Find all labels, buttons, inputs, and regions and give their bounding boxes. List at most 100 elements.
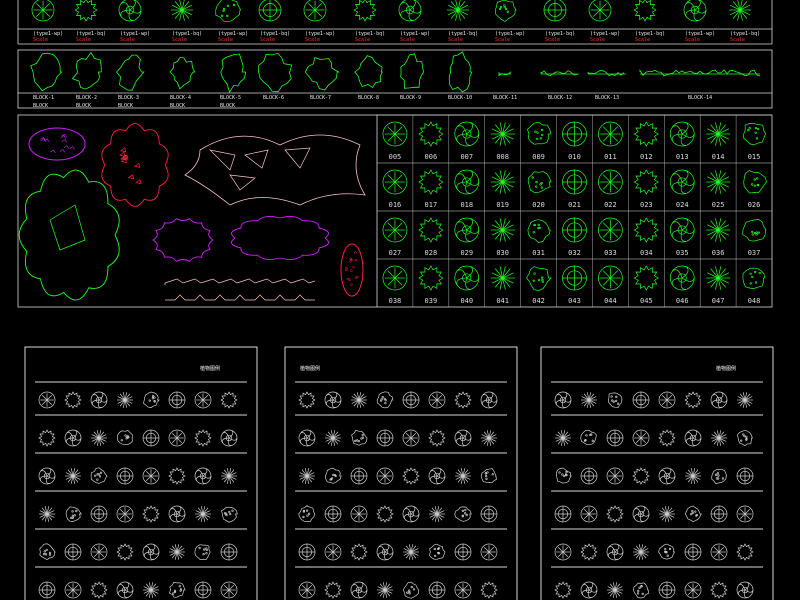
plant-symbol-icon: [454, 121, 480, 147]
plant-symbol-icon: [562, 265, 587, 291]
top-symbol-sublabel: Scale: [120, 37, 136, 43]
legend-sheet[interactable]: [540, 346, 774, 600]
block-label: BLOCK-14: [688, 95, 713, 101]
block-shape: [354, 55, 383, 88]
plant-symbol-icon: [633, 121, 660, 147]
plant-symbol-icon: [376, 467, 394, 485]
plant-symbol-icon: [325, 430, 341, 446]
plant-symbol-icon: [220, 391, 238, 409]
red-dot: [354, 258, 358, 262]
top-symbol-sublabel: Scale: [400, 37, 416, 43]
plant-symbol-icon: [706, 170, 731, 194]
grid-number: 030: [496, 249, 509, 257]
cloud-outline: [18, 169, 120, 301]
plant-symbol-icon: [554, 505, 572, 523]
block-shape: [116, 54, 145, 91]
plant-symbol-icon: [90, 505, 108, 523]
cloud-mark: [127, 174, 135, 180]
plant-symbol-icon: [562, 169, 587, 195]
plant-symbol-icon: [116, 581, 134, 599]
pink-inner: [284, 147, 311, 169]
plant-symbol-icon: [658, 581, 676, 599]
grid-number: 037: [747, 249, 761, 257]
ellipse-hatch: [63, 145, 70, 149]
legend-sheets: [24, 346, 774, 600]
red-dot: [354, 251, 357, 254]
top-symbol-sublabel: Scale: [545, 37, 561, 43]
block-shape: [304, 57, 340, 91]
plant-symbol-icon: [606, 543, 624, 561]
grid-number: 016: [388, 201, 402, 209]
pink-outline: [184, 134, 366, 206]
plant-symbol-icon: [116, 505, 134, 523]
plant-symbol-icon: [429, 543, 446, 560]
plant-symbol-icon: [168, 581, 186, 598]
grid-number: 021: [568, 201, 581, 209]
plant-symbol-icon: [737, 392, 753, 408]
plant-symbol-icon: [428, 391, 446, 409]
top-symbol-sublabel: Scale: [355, 37, 371, 43]
plant-symbol-icon: [382, 265, 408, 291]
plant-symbol-icon: [581, 392, 597, 408]
block-label: BLOCK-6: [263, 95, 285, 101]
sheet-title: 植物图例: [200, 366, 221, 372]
plant-symbol-icon: [168, 505, 186, 523]
plant-symbol-icon: [598, 169, 623, 195]
grid-number: 044: [604, 297, 617, 305]
cloud-outline: [231, 216, 329, 260]
plant-symbol-icon: [684, 505, 703, 522]
block-shape: [169, 57, 196, 90]
plant-symbol-icon: [168, 467, 186, 485]
plant-symbol-icon: [669, 121, 695, 147]
block-shape: [220, 53, 247, 94]
grid-number: 027: [388, 249, 402, 257]
top-symbol-sublabel: Scale: [172, 37, 188, 43]
block-label: BLOCK-4: [170, 95, 192, 101]
plant-symbol-icon: [428, 581, 446, 599]
cloud-outline: [152, 218, 214, 262]
plant-symbol-icon: [743, 123, 767, 146]
plant-symbol-icon: [562, 121, 587, 147]
block-label: BLOCK-12: [548, 95, 573, 101]
block-shapes: [30, 51, 761, 94]
plant-symbol-icon: [480, 581, 498, 599]
plant-symbol-icon: [376, 391, 394, 409]
plant-symbol-icon: [480, 543, 498, 561]
ellipse-hatch: [50, 149, 56, 154]
grid-number: 011: [604, 153, 617, 161]
plant-symbol-icon: [350, 581, 368, 599]
grid-number: 035: [675, 249, 689, 257]
plant-symbol-icon: [258, 0, 282, 22]
plant-symbol-icon: [555, 467, 572, 484]
plant-symbol-icon: [454, 429, 472, 447]
plant-symbol-icon: [543, 0, 567, 22]
plant-symbol-icon: [729, 0, 751, 21]
plant-symbol-icon: [142, 391, 160, 408]
plant-symbol-icon: [428, 429, 446, 447]
plant-symbol-icon: [490, 122, 515, 146]
plant-symbol-icon: [706, 266, 731, 290]
plant-symbol-icon: [31, 0, 55, 22]
grid-number: 045: [639, 297, 653, 305]
plant-symbol-icon: [38, 467, 56, 485]
plant-symbol-icon: [402, 467, 420, 485]
plant-symbol-icon: [90, 581, 108, 599]
plant-symbol-icon: [194, 544, 211, 560]
legend-sheet[interactable]: [284, 346, 518, 600]
plant-symbol-icon: [742, 267, 765, 289]
top-symbol-sublabel: Scale: [76, 37, 92, 43]
plant-symbol-icon: [324, 543, 342, 561]
plant-symbol-icon: [350, 505, 368, 523]
plant-symbol-icon: [303, 0, 327, 22]
plant-symbol-icon: [554, 581, 572, 599]
plant-symbol-icon: [143, 582, 159, 598]
grid-number: 013: [675, 153, 689, 161]
plant-symbol-icon: [418, 265, 444, 291]
cloud-mark: [119, 151, 126, 157]
block-shape: [587, 70, 626, 76]
grid-number: 024: [675, 201, 689, 209]
plant-symbol-icon: [64, 581, 82, 599]
plant-symbol-icon: [65, 506, 82, 522]
legend-sheet[interactable]: [24, 346, 258, 600]
plant-symbol-icon: [632, 429, 650, 447]
